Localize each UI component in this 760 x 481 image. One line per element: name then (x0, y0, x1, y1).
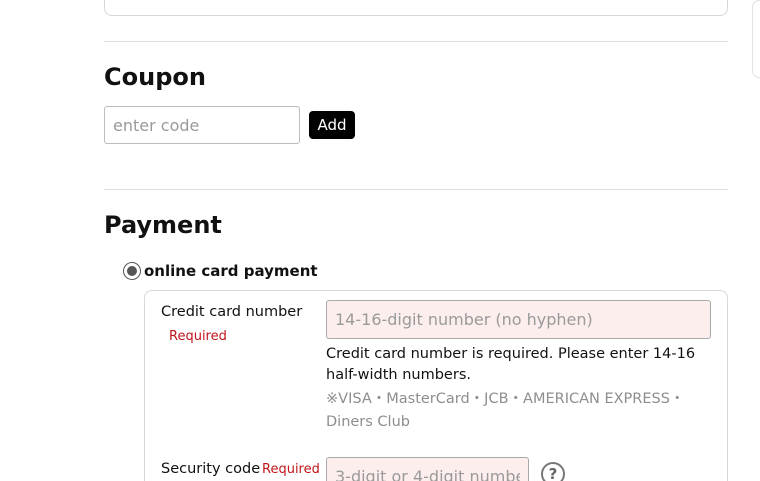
security-code-label: Security code (161, 461, 261, 477)
question-circle-icon[interactable]: ? (541, 462, 565, 481)
card-number-required-badge: Required (169, 329, 227, 344)
security-code-required-badge: Required (262, 462, 320, 477)
coupon-section-title: Coupon (104, 63, 206, 91)
security-code-input[interactable] (326, 457, 529, 481)
radio-selected-dot (127, 266, 137, 276)
payment-method-radio[interactable] (123, 262, 141, 280)
card-number-label: Credit card number (161, 304, 303, 320)
side-panel-edge (752, 0, 760, 78)
accepted-card-brands-note: ※VISA・MasterCard・JCB・AMERICAN EXPRESS・Di… (326, 391, 685, 430)
previous-section-card (104, 0, 728, 16)
card-number-input[interactable] (326, 300, 711, 339)
online-card-payment-option[interactable]: online card payment (123, 262, 318, 280)
section-divider (104, 189, 728, 190)
payment-section-title: Payment (104, 211, 222, 239)
section-divider (104, 41, 728, 42)
card-number-error-message: Credit card number is required. Please e… (326, 346, 696, 383)
payment-method-label: online card payment (144, 262, 318, 280)
coupon-code-input[interactable] (104, 106, 300, 144)
add-coupon-button[interactable]: Add (309, 111, 355, 139)
